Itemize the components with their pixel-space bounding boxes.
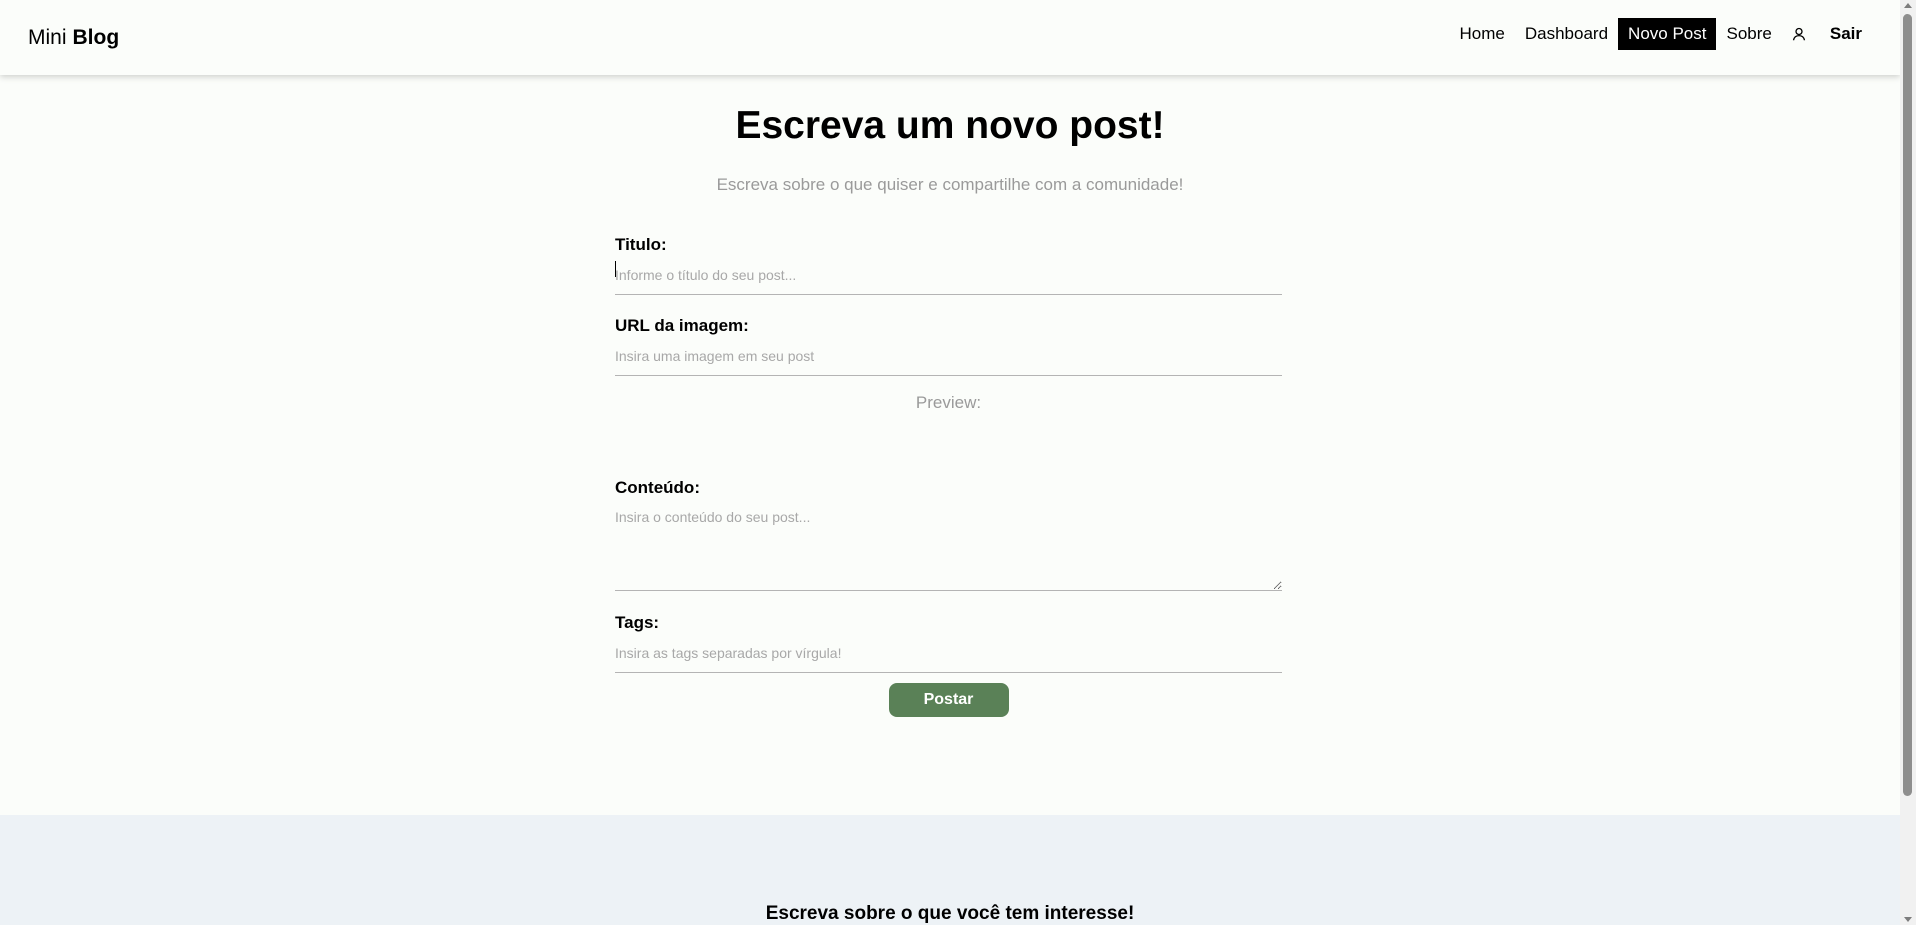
text-caret: [615, 261, 616, 277]
new-post-form: Titulo: URL da imagem: Preview: Conteúdo…: [615, 235, 1282, 717]
preview-label: Preview:: [915, 393, 982, 412]
title-group: Titulo:: [615, 235, 1282, 295]
brand-logo[interactable]: Mini Blog: [28, 26, 119, 50]
nav-sobre[interactable]: Sobre: [1716, 18, 1781, 50]
tags-label: Tags:: [615, 613, 660, 632]
tags-input[interactable]: [615, 633, 1282, 673]
logout-button[interactable]: Sair: [1816, 17, 1872, 51]
viewport: Mini Blog Home Dashboard Novo Post Sobre…: [0, 0, 1900, 925]
brand-first: Mini: [28, 25, 67, 49]
brand-second: Blog: [72, 25, 120, 49]
footer-title: Escreva sobre o que você tem interesse!: [765, 903, 1135, 924]
title-label: Titulo:: [615, 235, 667, 254]
navbar: Mini Blog Home Dashboard Novo Post Sobre…: [0, 0, 1900, 75]
content-label: Conteúdo:: [615, 478, 700, 497]
nav-home[interactable]: Home: [1450, 18, 1515, 50]
tags-group: Tags:: [615, 613, 1282, 673]
footer: Escreva sobre o que você tem interesse!: [0, 815, 1900, 925]
scroll-up-icon[interactable]: [1904, 3, 1912, 8]
nav-novo-post[interactable]: Novo Post: [1618, 17, 1717, 50]
scroll-down-icon[interactable]: [1904, 917, 1912, 922]
scrollbar-thumb[interactable]: [1903, 14, 1912, 796]
image-url-input[interactable]: [615, 336, 1282, 376]
nav-links: Home Dashboard Novo Post Sobre Sair: [1450, 17, 1872, 51]
page-title: Escreva um novo post!: [735, 104, 1165, 147]
image-url-label: URL da imagem:: [615, 316, 749, 335]
postar-button[interactable]: Postar: [888, 683, 1009, 717]
main-content: Escreva um novo post! Escreva sobre o qu…: [0, 75, 1900, 815]
content-textarea[interactable]: [615, 498, 1282, 591]
image-group: URL da imagem:: [615, 316, 1282, 378]
page-subtitle: Escreva sobre o que quiser e compartilhe…: [716, 175, 1184, 194]
content-group: Conteúdo:: [615, 478, 1282, 596]
page-scrollbar[interactable]: [1900, 0, 1916, 925]
nav-dashboard[interactable]: Dashboard: [1515, 18, 1618, 50]
user-icon[interactable]: [1782, 20, 1816, 48]
title-input[interactable]: [615, 255, 1282, 295]
